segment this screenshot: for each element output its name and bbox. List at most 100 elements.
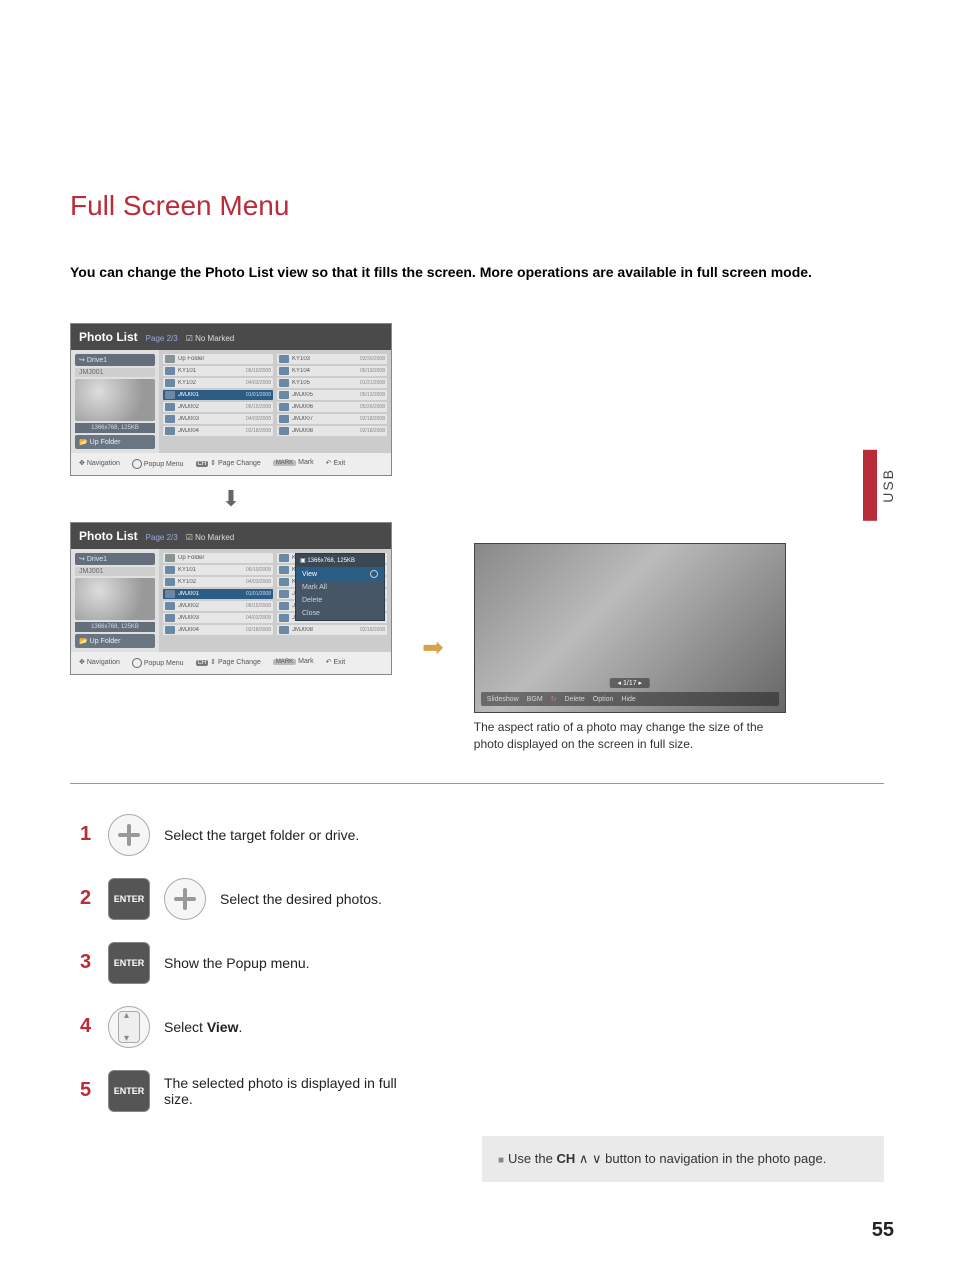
file-row[interactable]: KY10501/31/2008	[277, 378, 387, 388]
file-date: 04/03/2008	[246, 416, 271, 422]
file-name: JMJ008	[292, 627, 357, 633]
step1-text: Select the target folder or drive.	[164, 827, 359, 843]
photo-thumb-icon	[279, 602, 289, 610]
screen1-title: Photo List	[79, 330, 138, 344]
file-row[interactable]: JMJ00101/01/2008	[163, 589, 273, 599]
updown-button[interactable]	[108, 1006, 150, 1048]
file-date: 04/03/2008	[246, 615, 271, 621]
dpad-button[interactable]	[108, 814, 150, 856]
photo-thumb-icon	[279, 566, 289, 574]
photo-thumb-icon	[165, 427, 175, 435]
file-row[interactable]: Up Folder	[163, 553, 273, 563]
file-row[interactable]: KY10303/30/2008	[277, 354, 387, 364]
file-row[interactable]: JMJ00505/13/2008	[277, 390, 387, 400]
file-name: JMJ003	[178, 416, 243, 422]
file-row[interactable]: KY10204/03/2008	[163, 378, 273, 388]
file-row[interactable]: KY10106/10/2008	[163, 366, 273, 376]
file-row[interactable]: JMJ00605/26/2008	[277, 402, 387, 412]
file-row[interactable]: JMJ00304/03/2008	[163, 613, 273, 623]
file-name: JMJ008	[292, 428, 357, 434]
file-name: Up Folder	[178, 555, 268, 561]
folder-icon	[165, 554, 175, 562]
photo-thumb-icon	[279, 415, 289, 423]
file-name: KY102	[178, 579, 243, 585]
drive-label-2[interactable]: ↪ Drive1	[75, 553, 155, 565]
photo-thumb-icon	[165, 602, 175, 610]
file-row[interactable]: Up Folder	[163, 354, 273, 364]
bar-hide[interactable]: Hide	[621, 696, 635, 703]
up-folder-button[interactable]: 📂 Up Folder	[75, 435, 155, 449]
fullscreen-toolbar: Slideshow BGM ↻ Delete Option Hide	[481, 692, 779, 706]
file-row[interactable]: JMJ00802/18/2008	[277, 625, 387, 635]
file-row[interactable]: KY10406/19/2008	[277, 366, 387, 376]
dpad-icon	[118, 824, 140, 846]
file-date: 06/19/2008	[360, 368, 385, 374]
file-name: Up Folder	[178, 356, 268, 362]
bar-bgm[interactable]: BGM	[527, 696, 543, 703]
file-row[interactable]: JMJ00402/18/2008	[163, 625, 273, 635]
up-folder-button-2[interactable]: 📂 Up Folder	[75, 634, 155, 648]
photo-thumb-icon	[165, 415, 175, 423]
file-name: KY104	[292, 368, 357, 374]
selected-size: 1366x768, 125KB	[75, 423, 155, 433]
photo-thumb-icon	[279, 626, 289, 634]
file-name: KY101	[178, 368, 243, 374]
photo-thumb-icon	[279, 379, 289, 387]
screen1-page: Page 2/3	[146, 334, 178, 343]
file-row[interactable]: KY10204/03/2008	[163, 577, 273, 587]
file-date: 04/03/2008	[246, 579, 271, 585]
file-row[interactable]: JMJ00304/03/2008	[163, 414, 273, 424]
bar-rotate-icon[interactable]: ↻	[551, 695, 557, 703]
file-row[interactable]: JMJ00101/01/2008	[163, 390, 273, 400]
photo-thumb-icon	[165, 566, 175, 574]
drive-label[interactable]: ↪ Drive1	[75, 354, 155, 366]
file-date: 06/15/2008	[246, 603, 271, 609]
file-row[interactable]: JMJ00402/18/2008	[163, 426, 273, 436]
tip-box: ■Use the CH ∧ ∨ button to navigation in …	[482, 1136, 884, 1182]
popup-close[interactable]: Close	[296, 607, 384, 620]
enter-button[interactable]: ENTER	[108, 878, 150, 920]
file-date: 02/18/2008	[246, 428, 271, 434]
side-tab-usb: USB	[863, 450, 899, 521]
screen1-footer: ✥ Navigation Popup Menu CH ⇕ Page Change…	[71, 453, 391, 475]
step-number-2: 2	[80, 887, 94, 910]
fullscreen-photo: ◂ 1/17 ▸ Slideshow BGM ↻ Delete Option H…	[474, 543, 786, 713]
bullet-icon: ■	[498, 1155, 504, 1166]
file-date: 04/03/2008	[246, 380, 271, 386]
popup-view[interactable]: View	[296, 567, 384, 581]
file-name: KY103	[292, 356, 357, 362]
file-row[interactable]: JMJ00802/18/2008	[277, 426, 387, 436]
full-page-indicator: ◂ 1/17 ▸	[610, 678, 651, 688]
file-name: JMJ002	[178, 404, 243, 410]
page-title: Full Screen Menu	[70, 190, 884, 222]
separator-line	[70, 783, 884, 784]
dpad-button-2[interactable]	[164, 878, 206, 920]
file-row[interactable]: JMJ00206/15/2008	[163, 402, 273, 412]
popup-delete[interactable]: Delete	[296, 594, 384, 607]
file-row[interactable]: JMJ00206/15/2008	[163, 601, 273, 611]
photo-thumb-icon	[165, 590, 175, 598]
photo-thumb-icon	[279, 578, 289, 586]
file-row[interactable]: KY10106/10/2008	[163, 565, 273, 575]
step-number-5: 5	[80, 1079, 94, 1102]
step4-text: Select View.	[164, 1019, 242, 1035]
file-name: JMJ005	[292, 392, 357, 398]
photo-list-screen-2: Photo List Page 2/3 ☑ No Marked ↪ Drive1…	[70, 522, 392, 675]
bar-delete[interactable]: Delete	[565, 696, 585, 703]
dpad-icon-2	[174, 888, 196, 910]
selected-filename: JMJ001	[75, 368, 155, 377]
file-name: KY102	[178, 380, 243, 386]
enter-button-3[interactable]: ENTER	[108, 942, 150, 984]
bar-slideshow[interactable]: Slideshow	[487, 696, 519, 703]
photo-thumb-icon	[165, 614, 175, 622]
file-row[interactable]: JMJ00702/18/2008	[277, 414, 387, 424]
selected-size-2: 1366x768, 125KB	[75, 622, 155, 632]
step-number-1: 1	[80, 823, 94, 846]
file-date: 01/31/2008	[360, 380, 385, 386]
enter-button-5[interactable]: ENTER	[108, 1070, 150, 1112]
updown-icon	[118, 1011, 140, 1043]
screen1-nomarked: ☑ No Marked	[186, 334, 235, 343]
bar-option[interactable]: Option	[593, 696, 614, 703]
popup-markall[interactable]: Mark All	[296, 581, 384, 594]
file-name: JMJ004	[178, 428, 243, 434]
